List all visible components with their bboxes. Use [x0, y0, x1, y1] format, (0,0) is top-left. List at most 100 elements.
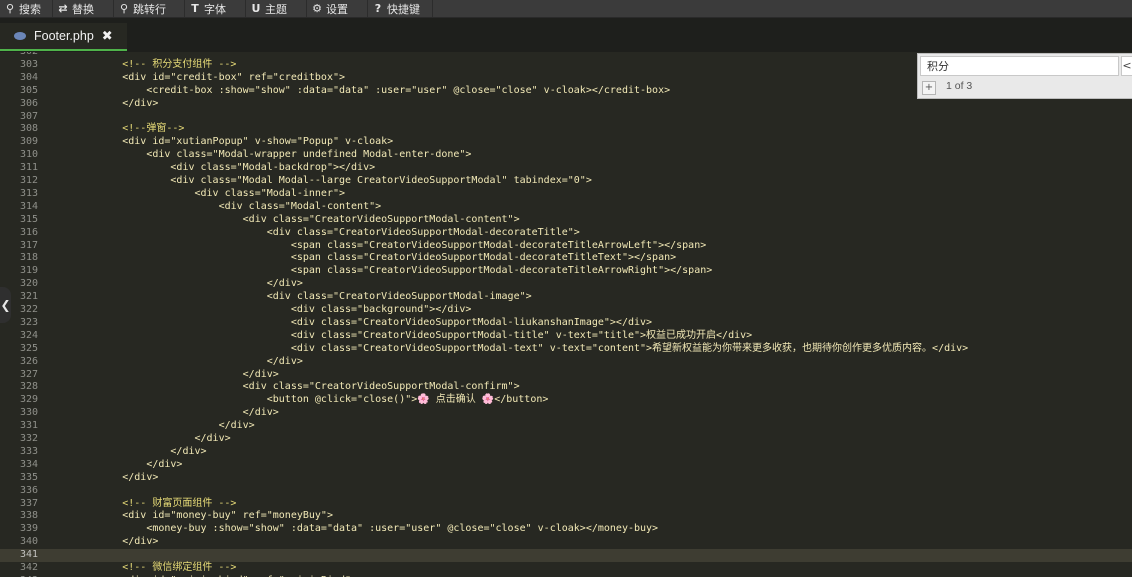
line-number: 342	[19, 562, 38, 573]
code-line[interactable]: 316 <div class="CreatorVideoSupportModal…	[0, 227, 1132, 240]
code-line[interactable]: 317 <span class="CreatorVideoSupportModa…	[0, 240, 1132, 253]
code-line[interactable]: 336	[0, 485, 1132, 498]
code-text: <div class="CreatorVideoSupportModal-tex…	[50, 342, 969, 354]
code-text: </div>	[50, 420, 255, 432]
code-line[interactable]: 306 </div>	[0, 98, 1132, 111]
line-number: 340	[19, 536, 38, 548]
code-line[interactable]: 328 <div class="CreatorVideoSupportModal…	[0, 381, 1132, 394]
line-number: 330	[19, 407, 38, 419]
code-text: <div class="Modal-inner">	[50, 187, 346, 199]
code-line[interactable]: 330 </div>	[0, 407, 1132, 420]
line-number: 308	[19, 123, 38, 135]
code-line[interactable]: 322 <div class="background"></div>	[0, 304, 1132, 317]
toolbar-button-replace[interactable]: ⇄ 替换	[53, 0, 114, 17]
code-text: <div class="background"></div>	[50, 304, 472, 315]
find-input[interactable]	[920, 56, 1119, 76]
code-line[interactable]: 315 <div class="CreatorVideoSupportModal…	[0, 214, 1132, 227]
pin-icon: ⚲	[119, 2, 129, 15]
find-panel: < + 1 of 3	[917, 53, 1132, 99]
code-line[interactable]: 325 <div class="CreatorVideoSupportModal…	[0, 343, 1132, 356]
code-line[interactable]: 314 <div class="Modal-content">	[0, 201, 1132, 214]
code-line[interactable]: 331 </div>	[0, 420, 1132, 433]
php-icon	[14, 32, 26, 40]
code-text: <div class="Modal-backdrop"></div>	[50, 162, 376, 174]
code-text: <div id="xutianPopup" v-show="Popup" v-c…	[50, 136, 394, 148]
code-text: <div class="Modal Modal--large CreatorVi…	[50, 175, 592, 186]
code-line[interactable]: 340 </div>	[0, 536, 1132, 549]
code-line[interactable]: 329 <button @click="close()">🌸 点击确认 🌸</b…	[0, 394, 1132, 407]
code-line[interactable]: 335 </div>	[0, 472, 1132, 485]
toolbar-button-search[interactable]: ⚲ 搜索	[0, 0, 53, 17]
line-number: 325	[19, 342, 38, 354]
editor-toolbar: ⚲ 搜索 ⇄ 替换 ⚲ 跳转行 T 字体 U 主题 ⚙ 设置? 快捷键	[0, 0, 1132, 18]
code-text: <div class="CreatorVideoSupportModal-dec…	[50, 226, 580, 238]
code-comment: <!-- 积分支付组件 -->	[50, 58, 237, 70]
code-line[interactable]: 310 <div class="Modal-wrapper undefined …	[0, 149, 1132, 162]
code-line[interactable]: 308 <!--弹窗-->	[0, 123, 1132, 136]
find-prev-button[interactable]: <	[1121, 56, 1132, 76]
code-text: </div>	[50, 97, 159, 109]
code-line[interactable]: 313 <div class="Modal-inner">	[0, 188, 1132, 201]
code-line[interactable]: 339 <money-buy :show="show" :data="data"…	[0, 523, 1132, 536]
toolbar-button-font[interactable]: T 字体	[185, 0, 246, 17]
line-number: 309	[19, 136, 38, 148]
code-line[interactable]: 327 </div>	[0, 369, 1132, 382]
line-number: 310	[19, 149, 38, 161]
code-comment: <!-- 微信绑定组件 -->	[50, 562, 237, 573]
tab-label: Footer.php	[34, 29, 94, 43]
find-options-button[interactable]: +	[922, 81, 936, 95]
line-number: 307	[19, 110, 38, 122]
line-number: 328	[19, 381, 38, 393]
code-line[interactable]: 311 <div class="Modal-backdrop"></div>	[0, 162, 1132, 175]
code-line[interactable]: 333 </div>	[0, 446, 1132, 459]
code-line[interactable]: 319 <span class="CreatorVideoSupportModa…	[0, 265, 1132, 278]
code-text: <span class="CreatorVideoSupportModal-de…	[50, 239, 707, 251]
code-line[interactable]: 337 <!-- 财富页面组件 -->	[0, 498, 1132, 511]
code-line[interactable]: 318 <span class="CreatorVideoSupportModa…	[0, 252, 1132, 265]
line-number: 306	[19, 97, 38, 109]
toolbar-button-theme[interactable]: U 主题	[246, 0, 307, 17]
code-line[interactable]: 309 <div id="xutianPopup" v-show="Popup"…	[0, 136, 1132, 149]
toolbar-label: 替换	[72, 2, 94, 16]
code-line[interactable]: 326 </div>	[0, 356, 1132, 369]
line-number: 335	[19, 471, 38, 483]
line-number: 304	[19, 71, 38, 83]
close-icon[interactable]: ✖	[102, 29, 113, 44]
toolbar-button-pin[interactable]: ⚲ 跳转行	[114, 0, 185, 17]
line-number: 329	[19, 394, 38, 406]
code-line[interactable]: 324 <div class="CreatorVideoSupportModal…	[0, 330, 1132, 343]
code-line[interactable]: 307	[0, 111, 1132, 124]
code-editor[interactable]: 302303 <!-- 积分支付组件 --> 304 <div id="credi…	[0, 52, 1132, 577]
code-text: <credit-box :show="show" :data="data" :u…	[50, 84, 671, 96]
line-number: 303	[19, 58, 38, 70]
toolbar-button-gear[interactable]: ⚙ 设置	[307, 0, 368, 17]
code-line[interactable]: 332 </div>	[0, 433, 1132, 446]
code-line[interactable]: 334 </div>	[0, 459, 1132, 472]
code-line[interactable]: 312 <div class="Modal Modal--large Creat…	[0, 175, 1132, 188]
code-comment: <!--弹窗-->	[50, 123, 185, 135]
replace-icon: ⇄	[58, 2, 68, 15]
code-text: <button @click="close()">🌸 点击确认 🌸</butto…	[50, 394, 549, 406]
code-text: <div class="Modal-content">	[50, 200, 382, 212]
code-text: </div>	[50, 458, 183, 470]
line-number: 312	[19, 175, 38, 186]
font-icon: T	[191, 2, 199, 15]
toolbar-button-help[interactable]: ? 快捷键	[368, 0, 433, 17]
code-line[interactable]: 320 </div>	[0, 278, 1132, 291]
line-number: 302	[0, 52, 38, 59]
code-line[interactable]: 341	[0, 549, 1132, 562]
code-line[interactable]: 321 <div class="CreatorVideoSupportModal…	[0, 291, 1132, 304]
code-line[interactable]: 323 <div class="CreatorVideoSupportModal…	[0, 317, 1132, 330]
code-text: </div>	[50, 536, 159, 548]
toolbar-label: 快捷键	[387, 2, 420, 16]
line-number: 315	[19, 213, 38, 225]
toolbar-label: 跳转行	[133, 2, 166, 16]
collapse-sidebar-button[interactable]: ❮	[0, 287, 11, 323]
code-text: </div>	[50, 368, 279, 380]
tab-footer-php[interactable]: Footer.php ✖	[0, 23, 127, 51]
code-line[interactable]: 342 <!-- 微信绑定组件 -->	[0, 562, 1132, 575]
toolbar-label: 搜索	[19, 2, 41, 16]
line-number: 334	[19, 458, 38, 470]
line-number: 341	[19, 549, 38, 561]
code-line[interactable]: 338 <div id="money-buy" ref="moneyBuy">	[0, 510, 1132, 523]
